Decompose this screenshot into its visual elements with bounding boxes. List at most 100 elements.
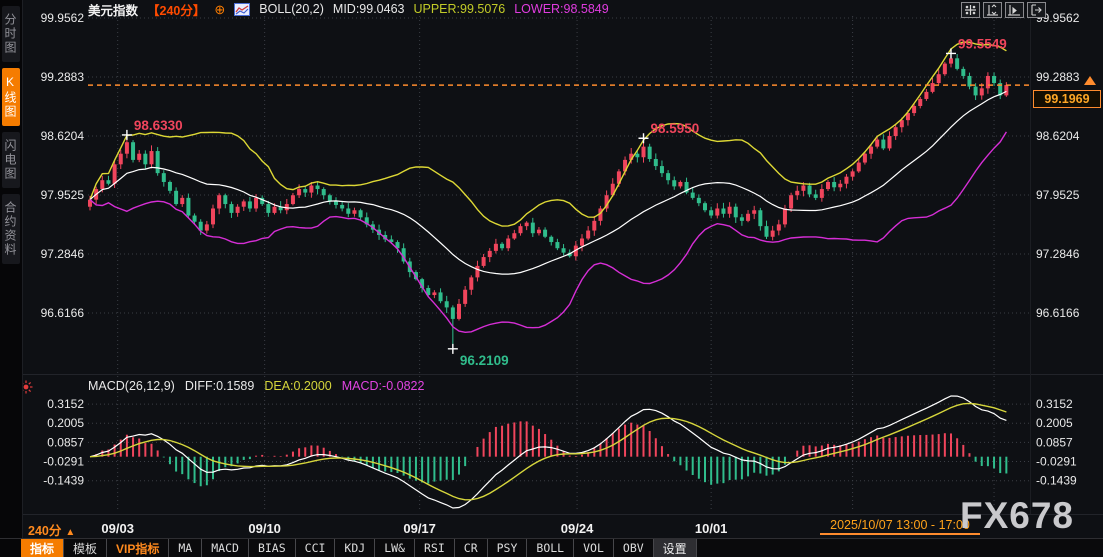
- sidebar-tab-闪电图[interactable]: 闪电图: [2, 132, 20, 188]
- price-axis-label-left: 97.2846: [41, 247, 85, 261]
- toolbar-item-RSI[interactable]: RSI: [415, 539, 455, 557]
- toolbar-item-设置[interactable]: 设置: [654, 539, 697, 557]
- macd-hist-value: MACD:-0.0822: [342, 379, 425, 393]
- boll-mid-line: [90, 91, 1006, 274]
- date-axis-label: 09/24: [561, 521, 594, 536]
- boll-lower-value: LOWER:98.5849: [514, 2, 609, 16]
- candle-body: [789, 195, 793, 208]
- extreme-cross-marker: [448, 344, 458, 354]
- crosshair-icon[interactable]: [961, 2, 980, 18]
- y-axis-zoom-icon[interactable]: [983, 2, 1002, 18]
- candle-body: [961, 69, 965, 76]
- macd-dea-line: [90, 403, 1006, 499]
- macd-param-label: MACD(26,12,9): [88, 379, 175, 393]
- candle-body: [844, 177, 848, 184]
- extreme-price-label: 96.2109: [460, 353, 509, 368]
- candle-body: [186, 198, 190, 216]
- candle-body: [949, 58, 953, 63]
- candle-body: [851, 171, 855, 176]
- price-axis-label-left: 99.2883: [41, 70, 85, 84]
- macd-axis-label-left: 0.2005: [47, 416, 84, 430]
- price-axis-label-right: 99.2883: [1036, 70, 1080, 84]
- candle-body: [223, 195, 227, 204]
- candle-body: [715, 208, 719, 215]
- candle-body: [912, 106, 916, 113]
- period-label: 240分: [28, 524, 61, 538]
- candle-body: [648, 147, 652, 159]
- candle-body: [900, 120, 904, 127]
- candle-body: [125, 142, 129, 153]
- x-axis-zoom-icon[interactable]: [1005, 2, 1024, 18]
- macd-diff-value: DIFF:0.1589: [185, 379, 254, 393]
- boll-param-label: BOLL(20,2): [259, 2, 324, 16]
- extreme-price-label: 98.5950: [651, 121, 700, 136]
- sidebar-tab-分时图[interactable]: 分时图: [2, 6, 20, 62]
- toolbar-item-指标[interactable]: 指标: [21, 539, 64, 557]
- toolbar-item-BOLL[interactable]: BOLL: [527, 539, 574, 557]
- last-price-box: 99.1969: [1033, 90, 1101, 108]
- macd-axis-label-right: 0.2005: [1036, 416, 1073, 430]
- candle-body: [758, 210, 762, 226]
- period-selector[interactable]: 240分 ▲: [28, 520, 75, 539]
- candle-body: [654, 159, 658, 166]
- candle-body: [943, 64, 947, 75]
- toolbar-item-MA[interactable]: MA: [169, 539, 202, 557]
- toolbar-item-CCI[interactable]: CCI: [296, 539, 336, 557]
- candle-body: [660, 166, 664, 173]
- toolbar-item-LW&[interactable]: LW&: [375, 539, 415, 557]
- candle-body: [150, 151, 154, 164]
- candle-body: [303, 189, 307, 193]
- candle-body: [445, 301, 449, 307]
- candle-body: [137, 154, 141, 160]
- candle-body: [457, 304, 461, 319]
- chart-header: 美元指数 【240分】 ⊕ BOLL(20,2) MID:99.0463 UPP…: [88, 1, 609, 17]
- candle-body: [820, 189, 824, 198]
- candle-body: [672, 180, 676, 186]
- candle-body: [291, 195, 295, 204]
- candle-body: [309, 186, 313, 193]
- sidebar-tab-K线图[interactable]: K线图: [2, 68, 20, 126]
- candle-body: [1004, 85, 1008, 95]
- price-axis-label-right: 97.9525: [1036, 188, 1080, 202]
- macd-axis-label-left: 0.0857: [47, 435, 84, 449]
- toolbar-item-PSY[interactable]: PSY: [488, 539, 528, 557]
- candle-body: [795, 191, 799, 195]
- macd-axis-label-right: -0.0291: [1036, 455, 1077, 469]
- toolbar-item-BIAS[interactable]: BIAS: [249, 539, 296, 557]
- candle-body: [475, 266, 479, 277]
- toolbar-item-MACD[interactable]: MACD: [202, 539, 249, 557]
- toolbar-item-OBV[interactable]: OBV: [614, 539, 654, 557]
- candle-body: [814, 194, 818, 198]
- toolbar-item-模板[interactable]: 模板: [64, 539, 107, 557]
- candle-body: [469, 277, 473, 289]
- boll-upper-line: [90, 42, 1006, 226]
- date-axis-label: 09/10: [248, 521, 281, 536]
- period-dropdown-arrow: ▲: [65, 527, 75, 538]
- toolbar-item-VIP指标[interactable]: VIP指标: [107, 539, 169, 557]
- shift-right-icon[interactable]: [1027, 2, 1046, 18]
- chart-plot-area[interactable]: 99.956299.956299.288399.288398.620498.62…: [0, 0, 1103, 557]
- candle-body: [229, 204, 233, 213]
- plus-circle-icon[interactable]: ⊕: [214, 3, 225, 16]
- candle-body: [826, 182, 830, 189]
- boll-mid-value: MID:99.0463: [333, 2, 405, 16]
- extreme-cross-marker: [639, 133, 649, 143]
- sidebar-tab-合约资料[interactable]: 合约资料: [2, 194, 20, 264]
- candle-body: [691, 193, 695, 198]
- toolbar-item-KDJ[interactable]: KDJ: [335, 539, 375, 557]
- candle-body: [838, 184, 842, 188]
- candle-body: [857, 163, 861, 172]
- candle-body: [346, 208, 350, 213]
- candle-body: [666, 173, 670, 180]
- toolbar-item-CR[interactable]: CR: [455, 539, 488, 557]
- session-time-label: 2025/10/07 13:00 - 17:00: [820, 518, 980, 535]
- candle-body: [211, 208, 215, 224]
- toolbar-item-VOL[interactable]: VOL: [574, 539, 614, 557]
- candle-body: [531, 223, 535, 234]
- date-axis-label: 09/03: [101, 521, 134, 536]
- extreme-cross-marker: [946, 48, 956, 58]
- price-axis-label-left: 99.9562: [41, 11, 85, 25]
- candle-body: [918, 99, 922, 106]
- candle-body: [808, 186, 812, 195]
- candle-body: [340, 205, 344, 209]
